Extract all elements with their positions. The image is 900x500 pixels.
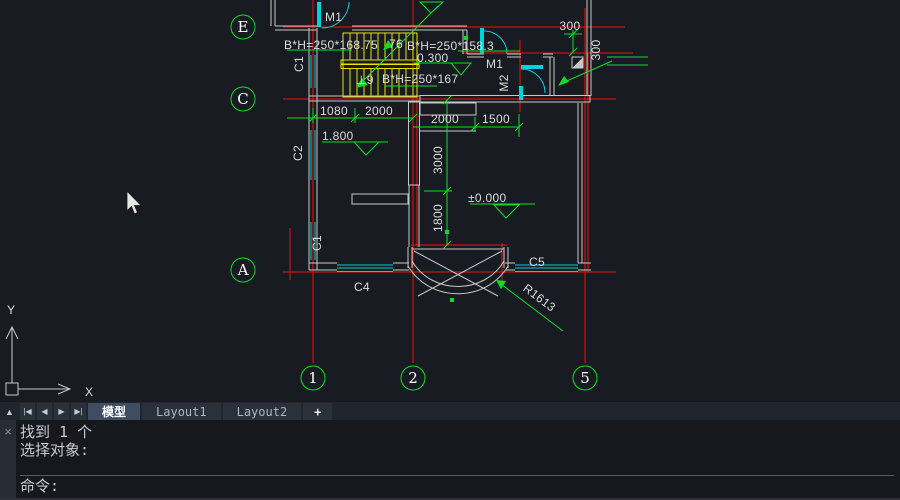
drawing-texts[interactable]: B*H=250*168.75 76 B*H=250*158.3 ⊥9 B*H=2… (284, 10, 603, 314)
prev-layout-button[interactable]: ◀ (37, 403, 52, 420)
dim-1800: 1800 (431, 204, 445, 232)
command-history-line2: 选择对象: (20, 441, 900, 459)
ucs-x-label: X (85, 385, 93, 399)
command-history-line1: 找到 1 个 (20, 423, 900, 441)
last-layout-button[interactable]: ▶| (71, 403, 86, 420)
elevation-mid: 1.800 (322, 129, 354, 143)
axis-bubble-a: A (237, 261, 249, 279)
elevation-upper: 0.300 (417, 51, 449, 65)
dim-1080: 1080 (320, 104, 348, 118)
new-layout-button[interactable]: + (303, 403, 332, 420)
dim-300-h: 300 (560, 19, 581, 33)
command-prompt[interactable]: 命令: (20, 477, 900, 495)
command-gutter: × (0, 420, 16, 500)
window-label-c5: C5 (529, 255, 545, 269)
window-label-c1-top: C1 (292, 56, 306, 72)
tab-model[interactable]: 模型 (88, 403, 140, 420)
ucs-y-label: Y (7, 303, 15, 317)
axis-bubble-5: 5 (580, 369, 590, 387)
layout-tabbar: ▲ |◀ ◀ ▶ ▶| 模型 Layout1 Layout2 + (0, 402, 900, 420)
axis-bubble-e: E (238, 18, 249, 36)
elevation-zero: ±0.000 (468, 191, 506, 205)
window-label-c1-bottom: C1 (310, 235, 324, 251)
stair-count-mid: 76 (389, 37, 403, 51)
drawing-canvas[interactable]: E C A 1 2 5 B*H=250*168.75 76 B*H=250*15… (0, 0, 900, 402)
command-panel: × 找到 1 个 选择对象: 命令: (0, 420, 900, 500)
door-label-m1-top: M1 (325, 10, 342, 24)
axis-bubble-c: C (237, 90, 248, 108)
stair-count-low: ⊥9 (356, 73, 374, 87)
ucs-icon: X Y (6, 303, 93, 399)
next-layout-button[interactable]: ▶ (54, 403, 69, 420)
dim-300-v: 300 (589, 40, 603, 61)
dim-radius: R1613 (520, 281, 558, 314)
window-label-c4: C4 (354, 280, 370, 294)
dim-3000: 3000 (431, 146, 445, 174)
axis-bubble-2: 2 (408, 369, 418, 387)
door-leaf-m1-top (317, 2, 321, 27)
stair-spec-low: B*H=250*167 (382, 72, 458, 86)
close-icon[interactable]: × (4, 424, 12, 439)
door-label-m2: M2 (497, 74, 511, 91)
axis-grid-lines[interactable] (283, 0, 633, 363)
stair-spec-top: B*H=250*168.75 (284, 38, 378, 52)
tab-layout2[interactable]: Layout2 (223, 403, 302, 420)
first-layout-button[interactable]: |◀ (20, 403, 35, 420)
window-label-c2: C2 (291, 145, 305, 161)
door-leaf-m2 (521, 65, 543, 69)
tab-layout1[interactable]: Layout1 (142, 403, 221, 420)
dim-1500: 1500 (482, 112, 510, 126)
cad-app: E C A 1 2 5 B*H=250*168.75 76 B*H=250*15… (0, 0, 900, 500)
axis-bubble-1: 1 (308, 369, 318, 387)
expand-command-icon[interactable]: ▲ (1, 403, 18, 420)
mouse-cursor (127, 191, 141, 214)
door-label-m1-right: M1 (486, 57, 503, 71)
command-text-area[interactable]: 找到 1 个 选择对象: 命令: (16, 420, 900, 500)
command-separator (20, 475, 894, 476)
dim-2000-left: 2000 (365, 104, 393, 118)
dim-2000-right: 2000 (431, 112, 459, 126)
